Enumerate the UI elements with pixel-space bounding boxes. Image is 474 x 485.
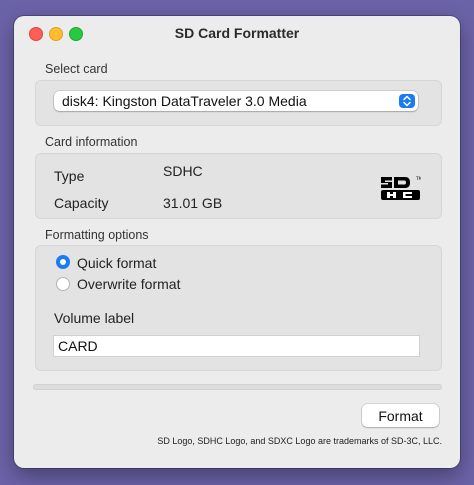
- type-key: Type: [54, 168, 85, 184]
- quick-format-radio[interactable]: [56, 255, 70, 269]
- card-information-group: Type SDHC Capacity 31.01 GB TM: [35, 153, 442, 219]
- title-bar: SD Card Formatter: [14, 16, 460, 50]
- overwrite-format-radio[interactable]: [56, 277, 70, 291]
- type-value: SDHC: [163, 163, 203, 179]
- formatting-options-group: Quick format Overwrite format Volume lab…: [35, 245, 442, 371]
- volume-label-field[interactable]: [53, 335, 420, 357]
- card-information-label: Card information: [45, 135, 138, 149]
- card-select-value: disk4: Kingston DataTraveler 3.0 Media: [62, 93, 307, 109]
- capacity-key: Capacity: [54, 195, 109, 211]
- format-progress-bar: [33, 384, 442, 390]
- overwrite-format-label[interactable]: Overwrite format: [77, 276, 180, 292]
- sdhc-logo-icon: TM: [379, 174, 422, 207]
- trademark-notice: SD Logo, SDHC Logo, and SDXC Logo are tr…: [157, 436, 442, 446]
- format-button[interactable]: Format: [362, 404, 439, 427]
- formatting-options-label: Formatting options: [45, 228, 149, 242]
- card-select-popup[interactable]: disk4: Kingston DataTraveler 3.0 Media: [54, 91, 418, 111]
- select-card-label: Select card: [45, 62, 108, 76]
- quick-format-label[interactable]: Quick format: [77, 255, 156, 271]
- window-title: SD Card Formatter: [174, 25, 300, 41]
- volume-label-title: Volume label: [54, 310, 135, 326]
- app-window: SD Card Formatter Select card disk4: Kin…: [14, 16, 460, 468]
- svg-text:TM: TM: [415, 176, 421, 181]
- capacity-value: 31.01 GB: [163, 195, 223, 211]
- chevron-updown-icon: [399, 94, 415, 108]
- select-card-group: disk4: Kingston DataTraveler 3.0 Media: [35, 80, 442, 126]
